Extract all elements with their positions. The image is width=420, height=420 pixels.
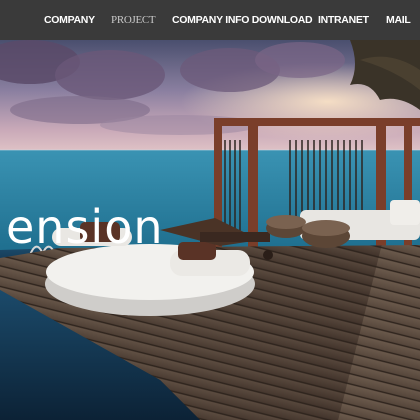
nav-mail[interactable]: MAIL	[386, 0, 411, 40]
nav-intranet[interactable]: INTRANET	[318, 0, 369, 40]
nav-company-info-download[interactable]: COMPANY INFO DOWNLOAD	[172, 0, 313, 40]
hero-headline: ension	[6, 200, 164, 254]
hero-banner: ension	[0, 40, 420, 420]
nav-project[interactable]: PROJECT	[111, 0, 156, 40]
nav-company[interactable]: COMPANY	[44, 0, 95, 40]
top-navigation: COMPANY PROJECT COMPANY INFO DOWNLOAD IN…	[0, 0, 420, 40]
